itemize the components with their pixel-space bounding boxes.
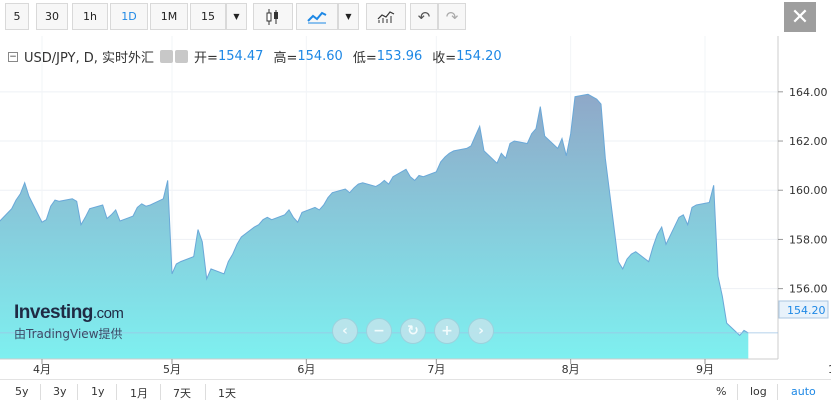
candlestick-icon xyxy=(266,8,278,25)
candlestick-type-button[interactable] xyxy=(253,3,293,30)
plus-icon: + xyxy=(441,323,453,339)
reset-icon: ↻ xyxy=(407,323,419,339)
interval-1m-button[interactable]: 1M xyxy=(150,3,188,30)
x-tick-label: 5月 xyxy=(163,363,181,376)
brand-name: Investing xyxy=(14,302,93,323)
range-divider xyxy=(116,384,117,400)
x-tick-label: 7月 xyxy=(427,363,445,376)
scroll-right-button[interactable]: › xyxy=(468,318,494,344)
chevron-left-icon: ‹ xyxy=(342,323,348,339)
scroll-left-button[interactable]: ‹ xyxy=(332,318,358,344)
range-divider xyxy=(77,384,78,400)
low-label: 低= xyxy=(352,51,377,66)
last-price-label: 154.20 xyxy=(787,304,826,317)
y-tick-label: 158.00 xyxy=(789,233,828,246)
high-label: 高= xyxy=(273,51,298,66)
bottom-range-bar: 5y 3y 1y 1月 7天 1天 % log auto xyxy=(0,379,831,404)
collapse-legend-icon[interactable]: − xyxy=(8,51,18,62)
high-value: 154.60 xyxy=(297,49,343,64)
undo-button[interactable]: ↶ xyxy=(410,3,438,30)
percent-scale-button[interactable]: % xyxy=(716,385,726,398)
range-divider xyxy=(737,384,738,400)
interval-1h-button[interactable]: 1h xyxy=(72,3,108,30)
zoom-out-button[interactable]: − xyxy=(366,318,392,344)
chart-type-dropdown-button[interactable]: ▼ xyxy=(338,3,359,30)
interval-1d-button[interactable]: 1D xyxy=(110,3,148,30)
range-divider xyxy=(777,384,778,400)
chart-toolbar: 5 30 1h 1D 1M 15 ▼ ▼ ↶ ↷ ✕ xyxy=(0,0,831,34)
close-label: 收= xyxy=(432,51,457,66)
interval-15-button[interactable]: 15 xyxy=(190,3,226,30)
chevron-down-icon: ▼ xyxy=(345,12,352,21)
chart-legend: − USD/JPY, D, 实时外汇 开= 154.47 高= 154.60 低= 1… xyxy=(8,47,502,66)
range-3y-button[interactable]: 3y xyxy=(53,385,67,398)
chart-navigation: ‹ − ↻ + › xyxy=(332,318,494,344)
redo-button[interactable]: ↷ xyxy=(438,3,466,30)
close-button[interactable]: ✕ xyxy=(784,2,816,32)
settings-icon[interactable] xyxy=(175,50,189,63)
close-icon: ✕ xyxy=(790,4,810,30)
interval-5-button[interactable]: 5 xyxy=(5,3,29,30)
x-tick-label: 4月 xyxy=(33,363,51,376)
range-1d-button[interactable]: 1天 xyxy=(218,385,236,401)
interval-dropdown-button[interactable]: ▼ xyxy=(226,3,247,30)
x-axis-ticks: 4月5月6月7月8月9月10 xyxy=(33,359,831,376)
brand-watermark: Investing.com 由TradingView提供 xyxy=(14,302,124,342)
last-price-marker: 154.20 xyxy=(778,300,829,319)
x-tick-label: 8月 xyxy=(562,363,580,376)
range-divider xyxy=(160,384,161,400)
redo-icon: ↷ xyxy=(445,7,459,26)
y-tick-label: 162.00 xyxy=(789,135,828,148)
brand-domain: .com xyxy=(92,305,124,322)
range-1y-button[interactable]: 1y xyxy=(91,385,105,398)
visibility-icon[interactable] xyxy=(160,50,174,63)
brand-logo: Investing.com xyxy=(14,302,124,324)
open-label: 开= xyxy=(194,51,218,66)
y-axis-ticks: 164.00 162.00 160.00 158.00 156.00 xyxy=(778,86,828,296)
undo-icon: ↶ xyxy=(417,7,431,26)
reset-button[interactable]: ↻ xyxy=(400,318,426,344)
y-tick-label: 160.00 xyxy=(789,184,828,197)
provider-text: 由TradingView提供 xyxy=(14,327,123,341)
range-divider xyxy=(40,384,41,400)
auto-scale-button[interactable]: auto xyxy=(791,385,816,398)
range-5y-button[interactable]: 5y xyxy=(15,385,29,398)
low-value: 153.96 xyxy=(376,49,423,64)
y-tick-label: 156.00 xyxy=(789,283,828,296)
zoom-in-button[interactable]: + xyxy=(434,318,460,344)
log-scale-button[interactable]: log xyxy=(750,385,767,398)
x-tick-label: 6月 xyxy=(297,363,315,376)
area-type-button[interactable] xyxy=(296,3,338,30)
interval-30-button[interactable]: 30 xyxy=(36,3,68,30)
chevron-down-icon: ▼ xyxy=(233,12,240,21)
range-1m-button[interactable]: 1月 xyxy=(130,385,148,401)
area-chart-icon xyxy=(307,11,327,23)
symbol-title: USD/JPY, D, 实时外汇 xyxy=(24,51,155,66)
chevron-right-icon: › xyxy=(478,323,484,339)
indicators-icon xyxy=(377,10,395,23)
x-tick-label: 9月 xyxy=(696,363,714,376)
range-7d-button[interactable]: 7天 xyxy=(173,385,191,401)
close-value: 154.20 xyxy=(456,49,502,64)
range-divider xyxy=(205,384,206,400)
y-tick-label: 164.00 xyxy=(789,86,828,99)
open-value: 154.47 xyxy=(217,49,264,64)
minus-icon: − xyxy=(373,323,385,339)
indicators-button[interactable] xyxy=(366,3,406,30)
